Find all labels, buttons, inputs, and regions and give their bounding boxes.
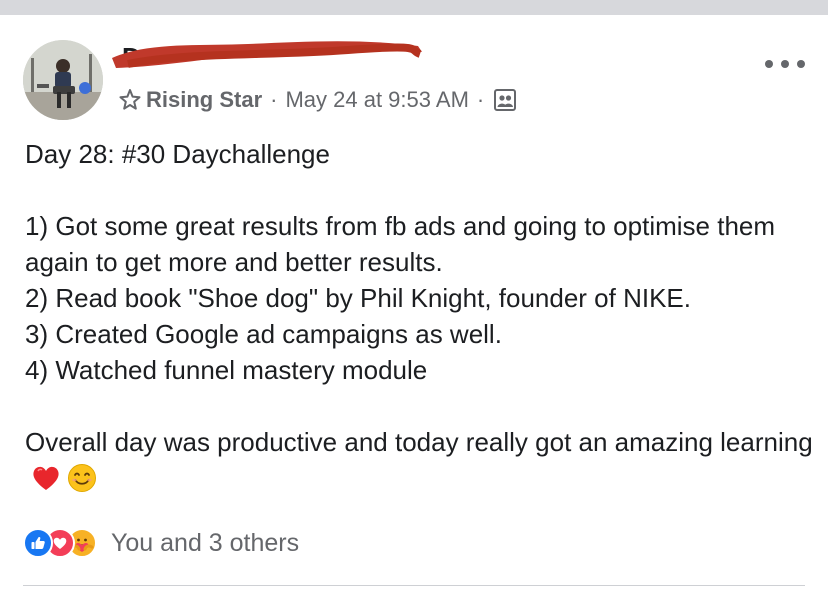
more-options-icon[interactable] [765,56,805,72]
post-closing-text: Overall day was productive and today rea… [25,427,813,457]
redaction-scribble [112,41,422,68]
list-item: 4) Watched funnel mastery module [25,355,428,385]
smiling-face-emoji [68,464,96,492]
top-strip [0,0,828,15]
meta-separator: · [476,87,485,112]
list-item: 2) Read book "Shoe dog" by Phil Knight, … [25,283,691,313]
reactions-summary[interactable]: You and 3 others [23,528,299,558]
post-closing: Overall day was productive and today rea… [25,424,815,496]
group-audience-icon[interactable] [494,89,517,111]
divider [23,585,805,586]
reactions-count-text[interactable]: You and 3 others [111,529,299,558]
list-item: 1) Got some great results from fb ads an… [25,211,783,277]
post-timestamp[interactable]: May 24 at 9:53 AM [285,87,468,113]
like-icon [23,528,53,558]
meta-separator: · [270,87,278,112]
post-meta: Rising Star · May 24 at 9:53 AM · [118,86,517,114]
rising-star-icon [119,89,141,110]
list-item: 3) Created Google ad campaigns as well. [25,319,502,349]
avatar[interactable] [23,40,103,120]
badge-label[interactable]: Rising Star [146,87,262,113]
post-title-line: Day 28: #30 Daychallenge [25,139,330,169]
red-heart-emoji [33,466,59,490]
post-body: Day 28: #30 Daychallenge 1) Got some gre… [25,136,815,496]
reaction-icons[interactable] [23,528,97,558]
